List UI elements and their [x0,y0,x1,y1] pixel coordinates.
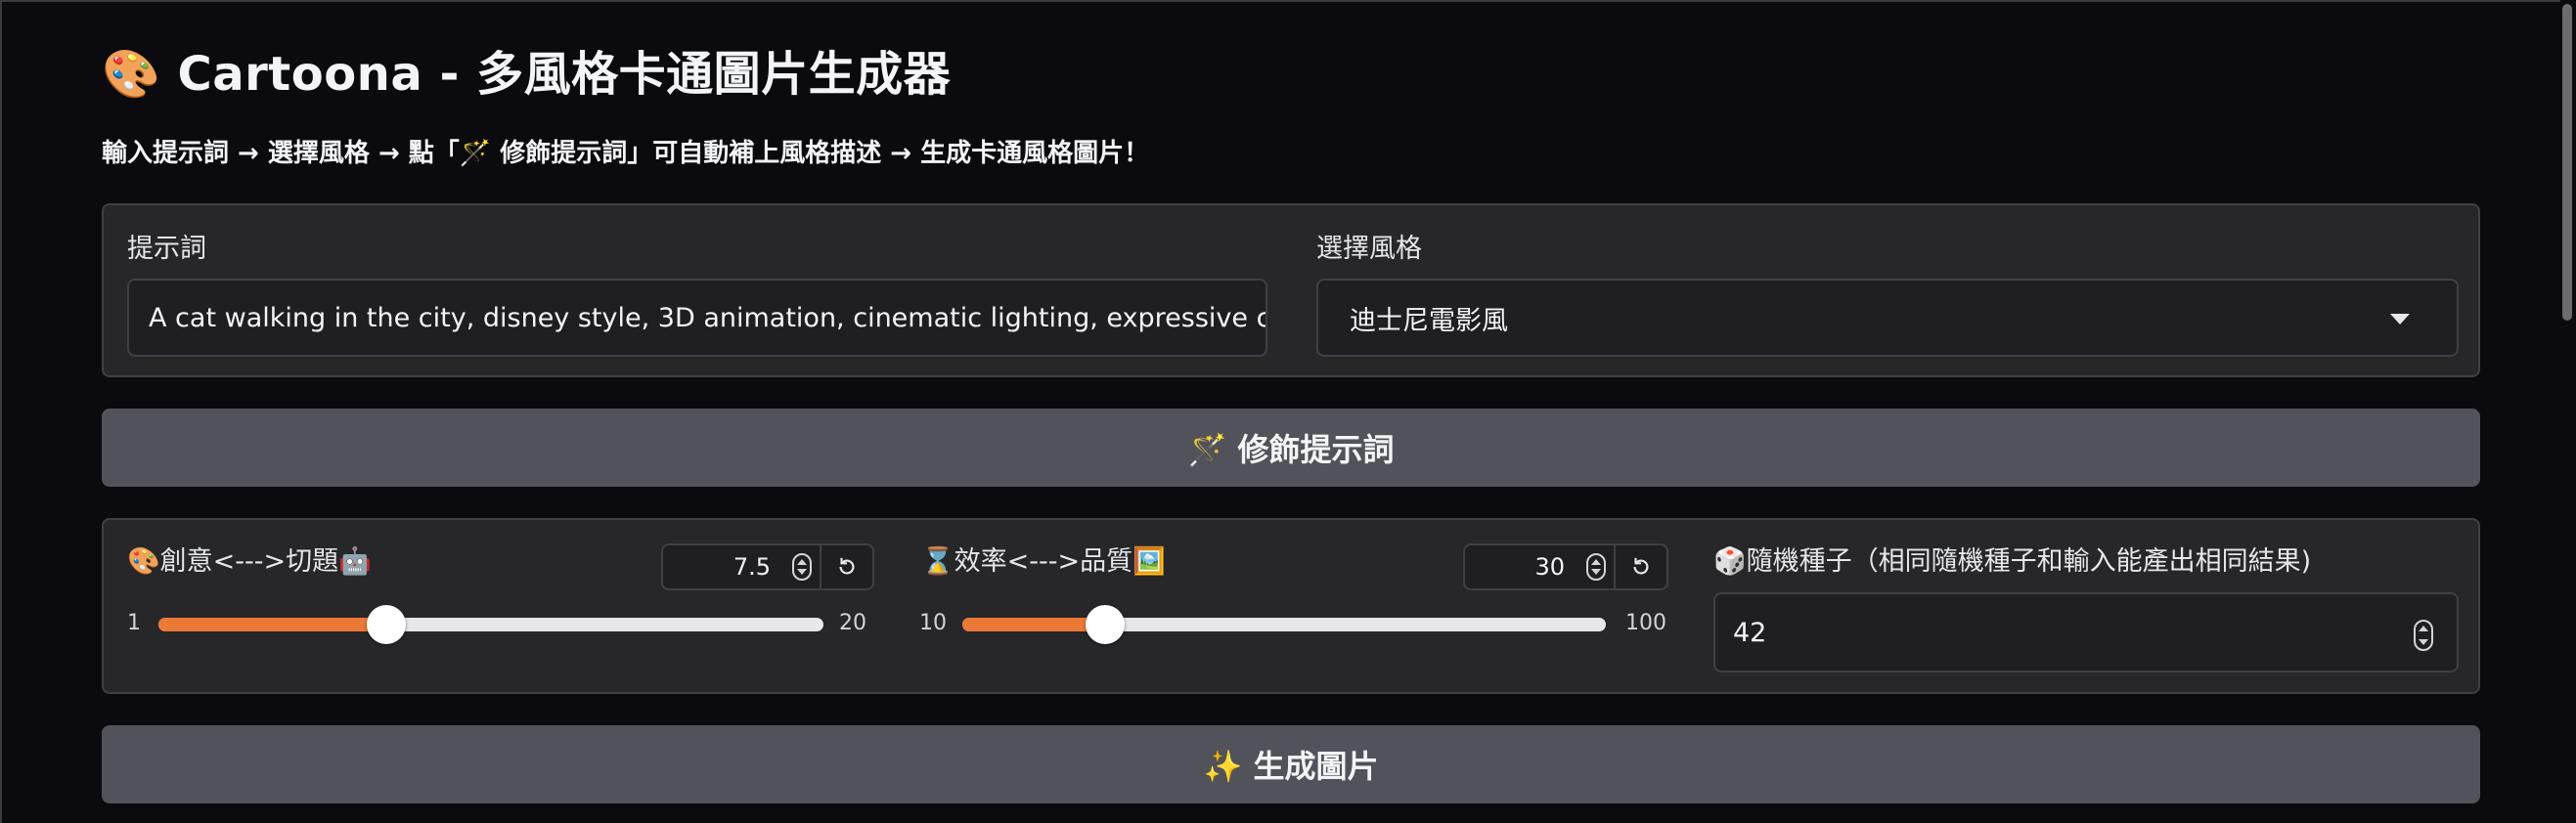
chevron-down-icon [2390,314,2410,325]
guidance-number-box: 7.5 [661,543,874,590]
reset-icon [1633,557,1649,575]
input-panel: 提示詞 A cat walking in the city, disney st… [102,203,2480,377]
page-subtitle: 輸入提示詞 → 選擇風格 → 點「🪄 修飾提示詞」可自動補上風格描述 → 生成卡… [102,139,1150,168]
guidance-slider[interactable] [158,605,823,644]
guidance-slider-fill [158,618,386,631]
style-dropdown-value: 迪士尼電影風 [1350,305,1508,336]
guidance-number-input[interactable]: 7.5 [663,545,784,588]
guidance-label: 🎨創意<--->切題🤖 [127,546,372,577]
generate-image-button[interactable]: ✨ 生成圖片 [102,725,2480,803]
steps-reset-button[interactable] [1614,545,1666,588]
guidance-max-label: 20 [839,611,866,635]
steps-stepper[interactable] [1578,545,1614,588]
steps-number-box: 30 [1463,543,1668,590]
seed-input[interactable]: 42 [1713,592,2459,672]
steps-slider[interactable] [962,605,1606,644]
guidance-reset-button[interactable] [820,545,872,588]
stepper-icon [792,553,812,581]
steps-slider-fill [962,618,1106,631]
stepper-icon [1586,553,1606,581]
page-title: 🎨 Cartoona - 多風格卡通圖片生成器 [102,47,952,102]
prompt-input[interactable]: A cat walking in the city, disney style,… [127,279,1267,357]
steps-max-label: 100 [1625,611,1666,635]
guidance-min-label: 1 [127,611,141,635]
seed-label: 🎲隨機種子（相同隨機種子和輸入能產出相同結果) [1713,546,2312,577]
settings-panel: 🎨創意<--->切題🤖 7.5 1 20 ⌛效率<--->品質🖼️ 30 10 … [102,518,2480,694]
prompt-label: 提示詞 [127,234,206,264]
style-label: 選擇風格 [1316,234,1422,264]
steps-label: ⌛效率<--->品質🖼️ [921,546,1166,577]
seed-stepper[interactable] [2414,620,2433,651]
reset-icon [839,557,855,575]
guidance-stepper[interactable] [784,545,820,588]
stepper-icon [2414,620,2433,651]
steps-min-label: 10 [919,611,947,635]
style-dropdown[interactable]: 迪士尼電影風 [1316,279,2459,357]
seed-value: 42 [1733,617,1767,648]
scrollbar-thumb[interactable] [2562,4,2572,321]
enhance-prompt-button[interactable]: 🪄 修飾提示詞 [102,409,2480,487]
guidance-slider-thumb[interactable] [366,605,406,644]
steps-slider-thumb[interactable] [1086,605,1126,644]
steps-number-input[interactable]: 30 [1465,545,1578,588]
